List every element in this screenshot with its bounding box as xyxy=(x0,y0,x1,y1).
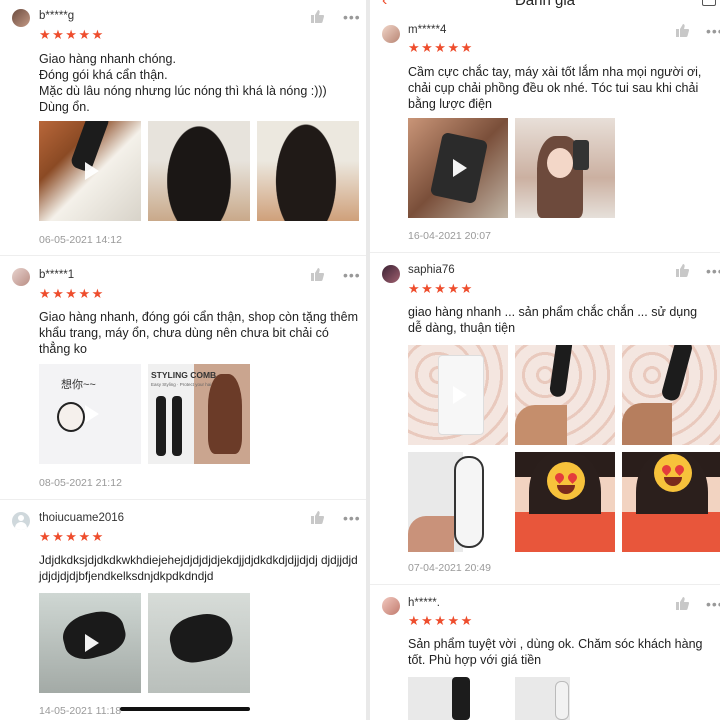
review-video-thumbnail[interactable] xyxy=(408,118,508,218)
more-icon[interactable]: ••• xyxy=(706,597,720,611)
star-rating: ★★★★★ xyxy=(408,40,474,55)
username[interactable]: b*****1 xyxy=(39,269,74,281)
right-review-panel: ‹ Đánh giá m*****4 ••• ★★★★★ Cầm cực chắ… xyxy=(370,0,720,720)
username[interactable]: saphia76 xyxy=(408,264,455,276)
more-icon[interactable]: ••• xyxy=(343,268,361,282)
heart-eyes-emoji-icon xyxy=(654,454,692,492)
star-rating: ★★★★★ xyxy=(408,613,474,628)
review-text: giao hàng nhanh ... sản phẩm chắc chắn .… xyxy=(408,305,698,335)
play-icon xyxy=(85,405,99,423)
review-video-thumbnail[interactable] xyxy=(39,593,141,693)
play-icon xyxy=(85,634,99,652)
play-icon xyxy=(85,162,99,180)
product-box-title: STYLING COMB xyxy=(151,370,217,380)
page-header: ‹ Đánh giá xyxy=(370,0,720,12)
review-item: h*****. ••• ★★★★★ Sản phẩm tuyệt vời , d… xyxy=(370,585,720,720)
review-video-thumbnail[interactable] xyxy=(39,121,141,221)
heart-eyes-emoji-icon xyxy=(547,462,585,500)
thumbs-up-icon[interactable] xyxy=(675,264,689,277)
username[interactable]: h*****. xyxy=(408,597,440,609)
thumbs-up-icon[interactable] xyxy=(310,511,324,524)
username[interactable]: b*****g xyxy=(39,10,74,22)
home-indicator xyxy=(120,707,250,711)
review-item: b*****g ••• ★★★★★ Giao hàng nhanh chóng.… xyxy=(0,0,366,256)
back-arrow-icon[interactable]: ‹ xyxy=(382,0,387,10)
review-text: Sản phẩm tuyệt vời , dùng ok. Chăm sóc k… xyxy=(408,637,703,667)
star-rating: ★★★★★ xyxy=(39,286,105,301)
thumbs-up-icon[interactable] xyxy=(675,24,689,37)
review-text: Giao hàng nhanh, đóng gói cẩn thận, shop… xyxy=(39,310,358,356)
sticker-text: 想你~~ xyxy=(61,379,96,391)
avatar[interactable] xyxy=(12,512,30,530)
review-item: b*****1 ••• ★★★★★ Giao hàng nhanh, đóng … xyxy=(0,256,366,500)
review-date: 07-04-2021 20:49 xyxy=(408,562,491,574)
thumbs-up-icon[interactable] xyxy=(310,10,324,23)
more-icon[interactable]: ••• xyxy=(706,264,720,278)
review-video-thumbnail[interactable]: 想你~~ xyxy=(39,364,141,464)
review-photo[interactable] xyxy=(148,593,250,693)
review-photo[interactable] xyxy=(148,121,250,221)
more-icon[interactable]: ••• xyxy=(343,511,361,525)
review-photo[interactable] xyxy=(515,118,615,218)
review-photo[interactable] xyxy=(515,452,615,552)
product-box-subtitle: Easy Styling · Protect your hair xyxy=(151,382,213,387)
star-rating: ★★★★★ xyxy=(408,281,474,296)
review-photo[interactable] xyxy=(622,345,720,445)
thumbs-up-icon[interactable] xyxy=(675,597,689,610)
review-text: Giao hàng nhanh chóng. Đóng gói khá cẩn … xyxy=(39,52,327,114)
review-photo[interactable]: STYLING COMB Easy Styling · Protect your… xyxy=(148,364,250,464)
review-video-thumbnail[interactable] xyxy=(408,345,508,445)
page-title: Đánh giá xyxy=(514,0,576,9)
review-photo[interactable] xyxy=(515,677,615,720)
review-item: thoiucuame2016 ••• ★★★★★ Jdjdkdksjdjdkdk… xyxy=(0,500,366,720)
thumbs-up-icon[interactable] xyxy=(310,268,324,281)
avatar[interactable] xyxy=(12,268,30,286)
review-photo[interactable] xyxy=(408,677,508,720)
avatar[interactable] xyxy=(382,265,400,283)
review-text: Cầm cực chắc tay, máy xài tốt lắm nha mọ… xyxy=(408,65,702,111)
more-icon[interactable]: ••• xyxy=(343,10,361,24)
review-photo[interactable] xyxy=(622,452,720,552)
review-photo[interactable] xyxy=(257,121,359,221)
review-text: Jdjdkdksjdjdkdkwkhdiejehejdjdjdjdjekdjjd… xyxy=(39,553,358,583)
cart-icon[interactable] xyxy=(702,0,716,6)
review-date: 08-05-2021 21:12 xyxy=(39,477,122,489)
avatar[interactable] xyxy=(12,9,30,27)
more-icon[interactable]: ••• xyxy=(706,24,720,38)
review-date: 14-05-2021 11:18 xyxy=(39,705,122,717)
review-item: m*****4 ••• ★★★★★ Cầm cực chắc tay, máy … xyxy=(370,12,720,253)
review-date: 06-05-2021 14:12 xyxy=(39,234,122,246)
left-review-panel: b*****g ••• ★★★★★ Giao hàng nhanh chóng.… xyxy=(0,0,366,720)
username[interactable]: thoiucuame2016 xyxy=(39,512,124,524)
avatar[interactable] xyxy=(382,597,400,615)
play-icon xyxy=(453,386,467,404)
review-photo[interactable] xyxy=(515,345,615,445)
play-icon xyxy=(453,159,467,177)
username[interactable]: m*****4 xyxy=(408,24,446,36)
review-item: saphia76 ••• ★★★★★ giao hàng nhanh ... s… xyxy=(370,253,720,585)
avatar[interactable] xyxy=(382,25,400,43)
star-rating: ★★★★★ xyxy=(39,27,105,42)
star-rating: ★★★★★ xyxy=(39,529,105,544)
review-date: 16-04-2021 20:07 xyxy=(408,230,491,242)
review-photo[interactable] xyxy=(408,452,508,552)
